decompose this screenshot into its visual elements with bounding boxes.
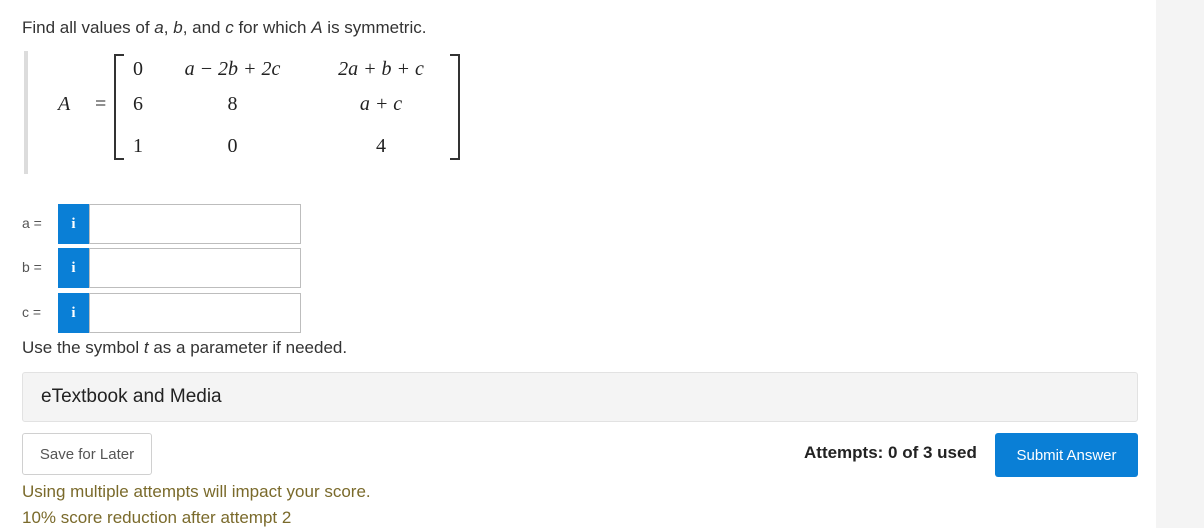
matrix-right-bracket — [450, 54, 460, 160]
etextbook-media-panel[interactable]: eTextbook and Media — [22, 372, 1138, 422]
submit-answer-button[interactable]: Submit Answer — [995, 433, 1138, 477]
matrix-cell: a − 2b + 2c — [184, 58, 281, 80]
matrix-cell: 2a + b + c — [338, 58, 424, 80]
parameter-hint: Use the symbol t as a parameter if neede… — [22, 338, 348, 357]
page-background-strip — [1156, 0, 1204, 528]
matrix-cell: a + c — [359, 93, 403, 115]
answer-a-input[interactable] — [89, 204, 301, 244]
matrix-cell: 0 — [133, 58, 143, 80]
answer-c-label: c = — [22, 304, 42, 320]
score-reduction-note: 10% score reduction after attempt 2 — [22, 508, 292, 527]
matrix-label: A — [58, 93, 71, 115]
etextbook-media-label: eTextbook and Media — [41, 386, 222, 407]
matrix-cell: 4 — [376, 135, 386, 157]
answer-a-label: a = — [22, 215, 42, 231]
save-for-later-button[interactable]: Save for Later — [22, 433, 152, 475]
matrix-cell: 1 — [133, 135, 143, 157]
matrix-equals: = — [95, 93, 107, 115]
answer-b-input[interactable] — [89, 248, 301, 288]
info-icon[interactable]: i — [58, 293, 89, 333]
attempts-counter: Attempts: 0 of 3 used — [804, 443, 977, 462]
question-card: Find all values of a, b, and c for which… — [0, 0, 1156, 528]
answer-b-label: b = — [22, 259, 42, 275]
info-icon[interactable]: i — [58, 204, 89, 244]
matrix-cell: 8 — [227, 93, 238, 115]
matrix-cell: 6 — [133, 93, 143, 115]
equation-bar — [24, 51, 28, 174]
answer-c-input[interactable] — [89, 293, 301, 333]
attempts-warning: Using multiple attempts will impact your… — [22, 482, 371, 501]
matrix-left-bracket — [114, 54, 124, 160]
question-text: Find all values of a, b, and c for which… — [22, 18, 427, 37]
info-icon[interactable]: i — [58, 248, 89, 288]
matrix-cell: 0 — [227, 135, 238, 157]
